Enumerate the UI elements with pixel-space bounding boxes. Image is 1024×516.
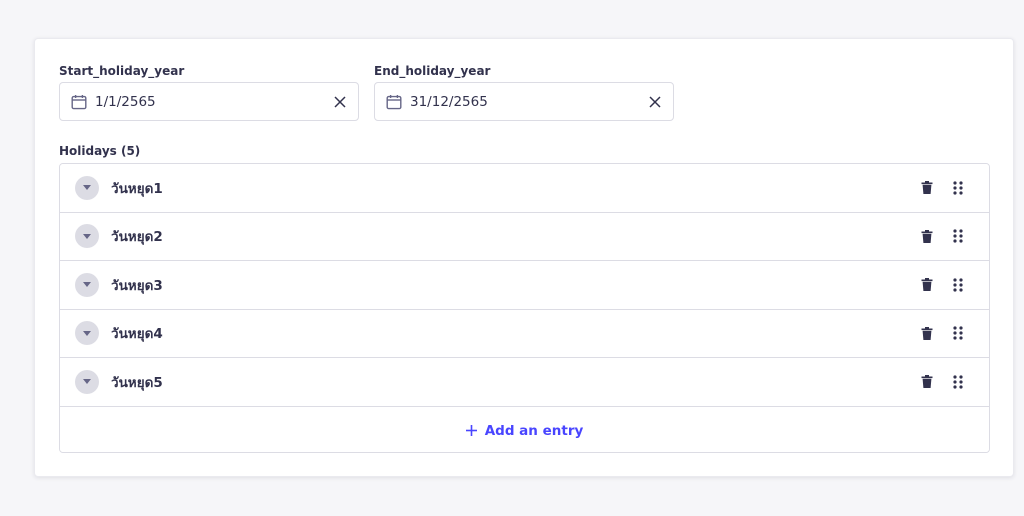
caret-down-icon — [83, 185, 91, 191]
caret-down-icon — [83, 330, 91, 336]
holiday-row-label: วันหยุด1 — [111, 180, 163, 197]
drag-handle-icon[interactable] — [952, 229, 964, 243]
start-holiday-year-input[interactable]: 1/1/2565 — [59, 82, 359, 121]
holiday-row-label: วันหยุด5 — [111, 374, 163, 391]
holiday-row[interactable]: วันหยุด4 — [60, 309, 989, 358]
drag-handle-icon[interactable] — [952, 278, 964, 292]
trash-icon[interactable] — [921, 229, 933, 243]
holiday-row[interactable]: วันหยุด2 — [60, 212, 989, 261]
trash-icon[interactable] — [921, 326, 933, 340]
start-holiday-year-field: Start_holiday_year 1/1/2565 — [59, 63, 359, 121]
plus-icon — [465, 425, 477, 436]
caret-down-icon — [83, 282, 91, 288]
row-actions — [921, 261, 964, 309]
trash-icon[interactable] — [921, 181, 933, 195]
calendar-icon — [386, 94, 402, 109]
add-entry-label: Add an entry — [484, 422, 584, 439]
holiday-row[interactable]: วันหยุด5 — [60, 358, 989, 407]
expand-toggle-button[interactable] — [75, 224, 99, 249]
holidays-list: วันหยุด1 วันหยุด2 วันหยุด3 วันหยุด4 วันห… — [59, 163, 990, 453]
row-actions — [921, 310, 964, 358]
drag-handle-icon[interactable] — [952, 375, 964, 389]
expand-toggle-button[interactable] — [75, 321, 99, 346]
close-icon[interactable] — [334, 95, 346, 108]
row-actions — [921, 213, 964, 261]
add-entry-button[interactable]: Add an entry — [60, 406, 989, 452]
end-holiday-year-field: End_holiday_year 31/12/2565 — [374, 63, 674, 121]
caret-down-icon — [83, 379, 91, 385]
row-actions — [921, 164, 964, 212]
holiday-row-label: วันหยุด2 — [111, 229, 163, 246]
end-holiday-year-input[interactable]: 31/12/2565 — [374, 82, 674, 121]
drag-handle-icon[interactable] — [952, 181, 964, 195]
start-holiday-year-label: Start_holiday_year — [59, 64, 185, 78]
holiday-row[interactable]: วันหยุด1 — [60, 164, 989, 213]
component-card: Start_holiday_year 1/1/2565 End_holiday_… — [34, 38, 1014, 477]
calendar-icon — [71, 94, 87, 109]
holidays-label: Holidays (5) — [59, 144, 141, 158]
expand-toggle-button[interactable] — [75, 175, 99, 200]
holiday-row[interactable]: วันหยุด3 — [60, 261, 989, 310]
holiday-row-label: วันหยุด3 — [111, 277, 163, 294]
close-icon[interactable] — [649, 95, 661, 108]
drag-handle-icon[interactable] — [952, 326, 964, 340]
expand-toggle-button[interactable] — [75, 272, 99, 297]
trash-icon[interactable] — [921, 278, 933, 292]
start-holiday-year-value: 1/1/2565 — [95, 93, 156, 110]
expand-toggle-button[interactable] — [75, 369, 99, 394]
holiday-row-label: วันหยุด4 — [111, 326, 163, 343]
trash-icon[interactable] — [921, 375, 933, 389]
caret-down-icon — [83, 233, 91, 239]
end-holiday-year-label: End_holiday_year — [374, 64, 491, 78]
end-holiday-year-value: 31/12/2565 — [410, 93, 488, 110]
row-actions — [921, 358, 964, 406]
